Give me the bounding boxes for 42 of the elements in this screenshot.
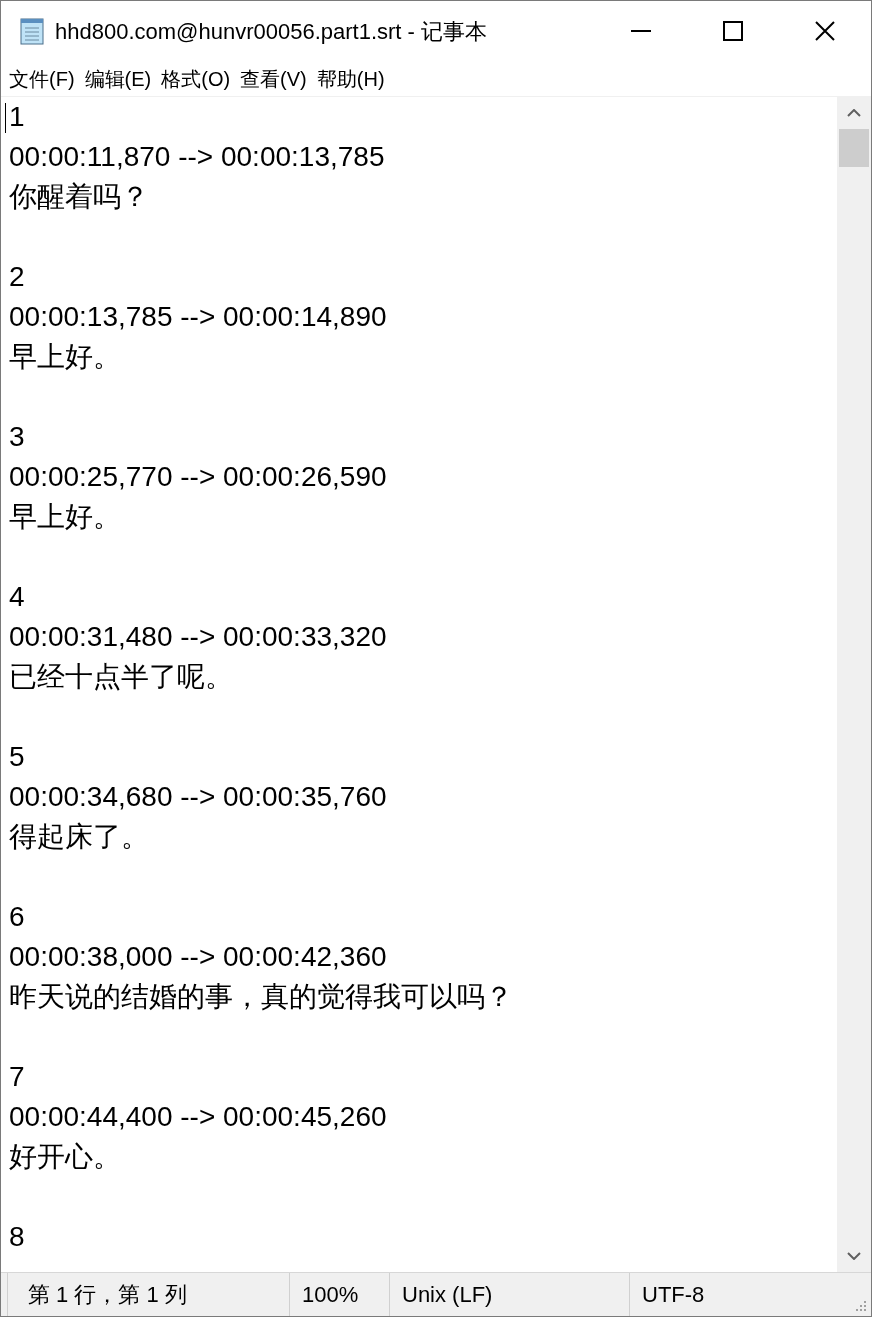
scroll-up-icon[interactable]: [847, 109, 861, 117]
subtitle-text: 好开心。: [9, 1141, 121, 1172]
subtitle-timestamp: 00:00:34,680 --> 00:00:35,760: [9, 781, 387, 812]
subtitle-text: 昨天说的结婚的事，真的觉得我可以吗？: [9, 981, 513, 1012]
status-text: Unix (LF): [402, 1281, 493, 1309]
resize-grip-icon[interactable]: [853, 1298, 867, 1312]
menu-item[interactable]: 查看(V): [236, 63, 311, 94]
menu-item[interactable]: 帮助(H): [312, 63, 389, 94]
menu-item[interactable]: 格式(O): [157, 63, 235, 94]
maximize-icon: [723, 21, 743, 41]
subtitle-text: 已经十点半了呢。: [9, 661, 233, 692]
subtitle-timestamp: 00:00:44,400 --> 00:00:45,260: [9, 1101, 387, 1132]
vertical-scrollbar[interactable]: [837, 97, 871, 1272]
subtitle-text: 你醒着吗？: [9, 181, 149, 212]
scroll-down-icon[interactable]: [847, 1252, 861, 1260]
subtitle-index: 6: [9, 901, 25, 932]
subtitle-text: 早上好。: [9, 341, 121, 372]
subtitle-timestamp: 00:00:13,785 --> 00:00:14,890: [9, 301, 387, 332]
menu-item[interactable]: 文件(F): [5, 63, 79, 94]
close-icon: [815, 21, 835, 41]
menu-item[interactable]: 编辑(E): [80, 63, 156, 94]
subtitle-timestamp: 00:00:25,770 --> 00:00:26,590: [9, 461, 387, 492]
subtitle-timestamp: 00:00:38,000 --> 00:00:42,360: [9, 941, 387, 972]
text-caret: [5, 103, 6, 133]
scrollbar-thumb[interactable]: [839, 129, 869, 167]
status-text: 第 1 行，第 1 列: [28, 1281, 187, 1309]
subtitle-index: 1: [9, 101, 25, 132]
subtitle-text: 早上好。: [9, 501, 121, 532]
subtitle-index: 8: [9, 1221, 25, 1252]
subtitle-timestamp: 00:00:31,480 --> 00:00:33,320: [9, 621, 387, 652]
notepad-icon: [17, 16, 47, 46]
subtitle-text: 得起床了。: [9, 821, 149, 852]
subtitle-index: 4: [9, 581, 25, 612]
minimize-icon: [631, 30, 651, 32]
window-title: hhd800.com@hunvr00056.part1.srt - 记事本: [55, 17, 487, 46]
subtitle-index: 3: [9, 421, 25, 452]
status-text: 100%: [302, 1281, 359, 1309]
subtitle-index: 7: [9, 1061, 25, 1092]
subtitle-index: 2: [9, 261, 25, 292]
subtitle-timestamp: 00:00:11,870 --> 00:00:13,785: [9, 141, 385, 172]
status-text: UTF-8: [642, 1281, 705, 1309]
subtitle-index: 5: [9, 741, 25, 772]
